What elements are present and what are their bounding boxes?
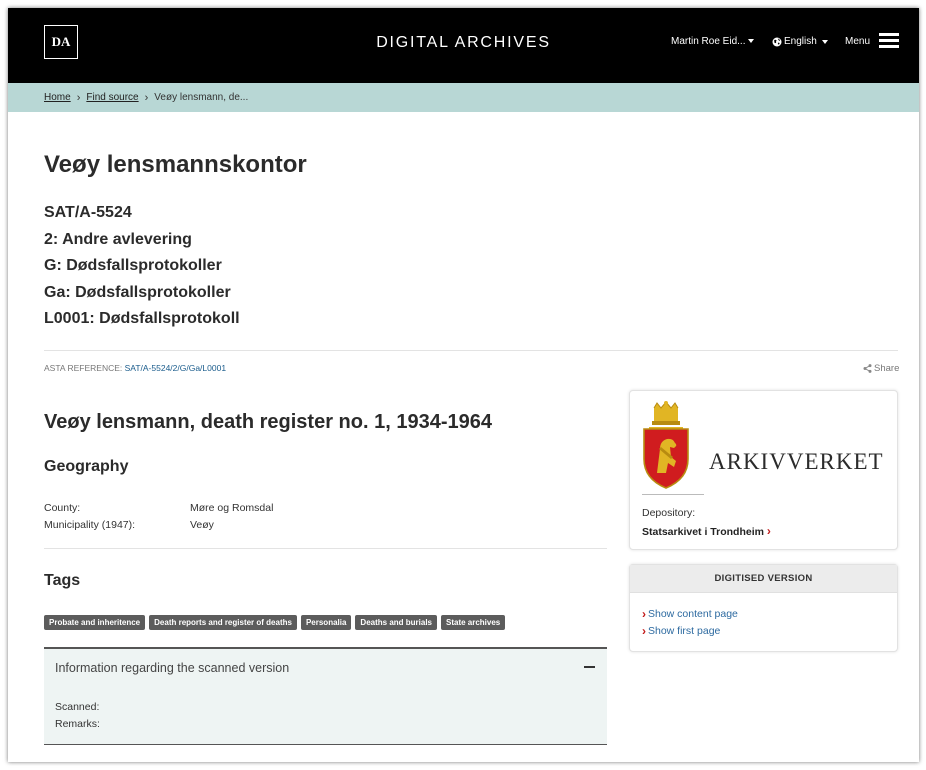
user-name: Martin Roe Eid... bbox=[671, 36, 746, 47]
chevron-right-icon: › bbox=[766, 524, 771, 538]
chevron-right-icon: › bbox=[642, 607, 646, 621]
user-menu[interactable]: Martin Roe Eid... bbox=[671, 36, 755, 47]
breadcrumb-current: Veøy lensmann, de... bbox=[154, 92, 249, 103]
geography-value: Møre og Romsdal bbox=[190, 502, 274, 514]
chevron-right-icon: › bbox=[642, 624, 646, 638]
chevron-right-icon: › bbox=[144, 91, 149, 104]
language-label: English bbox=[784, 36, 817, 47]
depository-name: Statsarkivet i Trondheim bbox=[642, 526, 764, 538]
geography-heading: Geography bbox=[44, 458, 129, 475]
link-label: Show content page bbox=[648, 608, 738, 620]
coat-of-arms-icon bbox=[643, 401, 689, 489]
link-label: Show first page bbox=[648, 625, 721, 637]
geography-label: County: bbox=[44, 502, 81, 514]
digitised-version-heading: DIGITISED VERSION bbox=[630, 565, 897, 593]
remarks-label: Remarks: bbox=[55, 718, 100, 730]
breadcrumb-find-source[interactable]: Find source bbox=[86, 92, 138, 103]
hierarchy-item: Ga: Dødsfallsprotokoller bbox=[44, 283, 231, 301]
divider bbox=[642, 494, 704, 495]
hierarchy-item: 2: Andre avlevering bbox=[44, 230, 192, 248]
record-title: Veøy lensmann, death register no. 1, 193… bbox=[44, 411, 492, 433]
collapse-icon[interactable] bbox=[584, 666, 595, 668]
archive-hierarchy: SAT/A-5524 2: Andre avlevering G: Dødsfa… bbox=[44, 200, 240, 333]
arkivverket-logo-text: ARKIVVERKET bbox=[709, 449, 884, 474]
hamburger-icon[interactable] bbox=[879, 33, 899, 49]
tag-badge[interactable]: Deaths and burials bbox=[355, 615, 437, 630]
page-frame: DA DIGITAL ARCHIVES Martin Roe Eid... En… bbox=[8, 8, 919, 762]
depository-card: ARKIVVERKET Depository: Statsarkivet i T… bbox=[629, 390, 898, 550]
archive-title: Veøy lensmannskontor bbox=[44, 151, 307, 178]
breadcrumb: Home › Find source › Veøy lensmann, de..… bbox=[8, 83, 919, 112]
tag-badge[interactable]: State archives bbox=[441, 615, 506, 630]
show-content-page-link[interactable]: › Show content page bbox=[642, 607, 738, 621]
share-button[interactable]: Share bbox=[863, 363, 899, 374]
menu-label[interactable]: Menu bbox=[845, 36, 870, 47]
tag-list: Probate and inheritence Death reports an… bbox=[44, 615, 506, 630]
geography-label: Municipality (1947): bbox=[44, 519, 136, 531]
share-icon bbox=[863, 364, 872, 373]
tags-heading: Tags bbox=[44, 572, 81, 589]
divider bbox=[44, 350, 898, 351]
divider bbox=[44, 548, 607, 549]
depository-link[interactable]: Statsarkivet i Trondheim › bbox=[642, 524, 771, 538]
hierarchy-item: SAT/A-5524 bbox=[44, 204, 132, 221]
show-first-page-link[interactable]: › Show first page bbox=[642, 624, 720, 638]
asta-reference-label: ASTA REFERENCE: bbox=[44, 363, 123, 373]
tag-badge[interactable]: Probate and inheritence bbox=[44, 615, 146, 630]
chevron-down-icon bbox=[821, 39, 828, 44]
globe-icon bbox=[772, 37, 782, 46]
breadcrumb-home[interactable]: Home bbox=[44, 92, 71, 103]
scanned-label: Scanned: bbox=[55, 701, 100, 713]
geography-value: Veøy bbox=[190, 519, 214, 531]
scanned-info-panel: Information regarding the scanned versio… bbox=[44, 647, 607, 745]
chevron-down-icon bbox=[748, 39, 755, 44]
share-label: Share bbox=[874, 363, 900, 374]
digitised-version-card: DIGITISED VERSION › Show content page › … bbox=[629, 564, 898, 652]
language-menu[interactable]: English bbox=[772, 36, 828, 47]
scanned-info-toggle[interactable]: Information regarding the scanned versio… bbox=[55, 661, 289, 675]
asta-reference-link[interactable]: SAT/A-5524/2/G/Ga/L0001 bbox=[125, 363, 226, 373]
hierarchy-item: G: Dødsfallsprotokoller bbox=[44, 257, 222, 275]
depository-label: Depository: bbox=[642, 507, 696, 519]
chevron-right-icon: › bbox=[76, 91, 81, 104]
tag-badge[interactable]: Personalia bbox=[300, 615, 352, 630]
top-header: DA DIGITAL ARCHIVES Martin Roe Eid... En… bbox=[8, 8, 919, 83]
tag-badge[interactable]: Death reports and register of deaths bbox=[149, 615, 297, 630]
asta-reference: ASTA REFERENCE: SAT/A-5524/2/G/Ga/L0001 bbox=[44, 363, 226, 373]
hierarchy-item: L0001: Dødsfallsprotokoll bbox=[44, 310, 240, 328]
